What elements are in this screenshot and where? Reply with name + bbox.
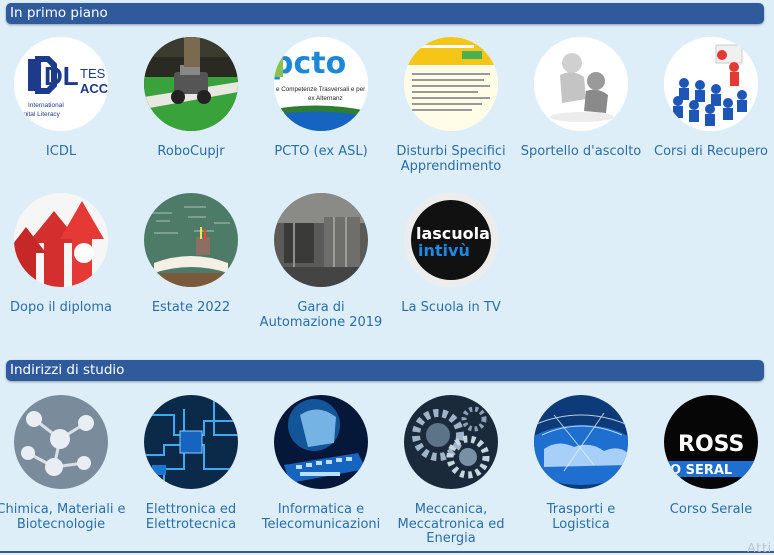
svg-text:e Competenze Trasversali e per: e Competenze Trasversali e per [276, 86, 365, 93]
svg-text:International: International [28, 102, 64, 109]
tile-trasporti[interactable]: Trasporti e Logistica [516, 395, 646, 532]
tile-label: Elettronica ed Elettrotecnica [145, 502, 237, 532]
classroom-figures-icon [664, 37, 758, 131]
tile-label: Corso Serale [669, 502, 753, 517]
la-scuola-in-tivu-logo-icon: lascuola intivù [404, 193, 498, 287]
tile-meccanica[interactable]: Meccanica, Meccatronica ed Energia [386, 395, 516, 547]
tile-corsi-recupero[interactable]: Corsi di Recupero [646, 37, 774, 160]
tile-gara-automazione[interactable]: Gara di Automazione 2019 [256, 193, 386, 330]
tile-label: Disturbi Specifici Apprendimento [396, 144, 506, 174]
tile-estate-2022[interactable]: Estate 2022 [126, 193, 256, 316]
red-arrows-icon [14, 193, 108, 287]
tile-corso-serale[interactable]: ROSS O SERAL Corso Serale [646, 395, 774, 518]
tile-pcto[interactable]: pcto e Competenze Trasversali e per ex A… [256, 37, 386, 160]
tile-icdl[interactable]: DL TES ACC International igital Literacy… [0, 37, 126, 160]
tile-label: Estate 2022 [151, 300, 231, 315]
svg-text:ex Alternanz: ex Alternanz [308, 95, 343, 102]
tile-elettronica[interactable]: Elettronica ed Elettrotecnica [126, 395, 256, 532]
svg-text:O SERAL: O SERAL [670, 463, 732, 478]
svg-text:ROSS: ROSS [678, 432, 744, 457]
tile-label: Sportello d'ascolto [520, 144, 642, 159]
tile-sportello[interactable]: Sportello d'ascolto [516, 37, 646, 160]
document-icon [404, 37, 498, 131]
tile-label: Gara di Automazione 2019 [259, 300, 383, 330]
section-header-courses: Indirizzi di studio [6, 360, 764, 381]
svg-text:pcto: pcto [274, 46, 346, 81]
tile-label: Chimica, Materiali e Biotecnologie [0, 502, 126, 532]
robot-photo-icon [144, 37, 238, 131]
tile-label: Dopo il diploma [10, 300, 112, 315]
automation-photo-icon [274, 193, 368, 287]
tile-chimica[interactable]: Chimica, Materiali e Biotecnologie [0, 395, 126, 532]
section-title: In primo piano [10, 5, 108, 21]
icdl-logo-icon: DL TES ACC International igital Literacy [14, 37, 108, 131]
molecules-icon [14, 395, 108, 489]
tile-label: Meccanica, Meccatronica ed Energia [397, 502, 505, 546]
svg-text:intivù: intivù [418, 241, 470, 260]
tile-label: Corsi di Recupero [654, 144, 768, 159]
globe-network-icon [534, 395, 628, 489]
icdl-main-text: DL [44, 61, 79, 91]
corso-serale-logo-icon: ROSS O SERAL [664, 395, 758, 489]
svg-text:ACC: ACC [80, 81, 108, 96]
gears-icon [404, 395, 498, 489]
svg-text:igital Literacy: igital Literacy [22, 111, 61, 118]
tile-label: ICDL [45, 144, 77, 159]
tile-scuola-in-tv[interactable]: lascuola intivù La Scuola in TV [386, 193, 516, 316]
circuit-board-icon [144, 395, 238, 489]
books-blackboard-icon [144, 193, 238, 287]
listening-figures-icon [534, 37, 628, 131]
tile-label: La Scuola in TV [401, 300, 501, 315]
pcto-logo-icon: pcto e Competenze Trasversali e per ex A… [274, 37, 368, 131]
tile-label: PCTO (ex ASL) [274, 144, 368, 159]
tile-dsa[interactable]: Disturbi Specifici Apprendimento [386, 37, 516, 174]
svg-text:TES: TES [80, 66, 106, 81]
tile-informatica[interactable]: Informatica e Telecomunicazioni [256, 395, 386, 532]
keyboard-icon [274, 395, 368, 489]
tile-label: RoboCupjr [157, 144, 225, 159]
tile-dopo-diploma[interactable]: Dopo il diploma [0, 193, 126, 316]
section-header-featured: In primo piano [6, 3, 764, 24]
tile-label: Trasporti e Logistica [546, 502, 616, 532]
section-title: Indirizzi di studio [10, 362, 125, 378]
tile-robocupjr[interactable]: RoboCupjr [126, 37, 256, 160]
tile-label: Informatica e Telecomunicazioni [261, 502, 381, 532]
